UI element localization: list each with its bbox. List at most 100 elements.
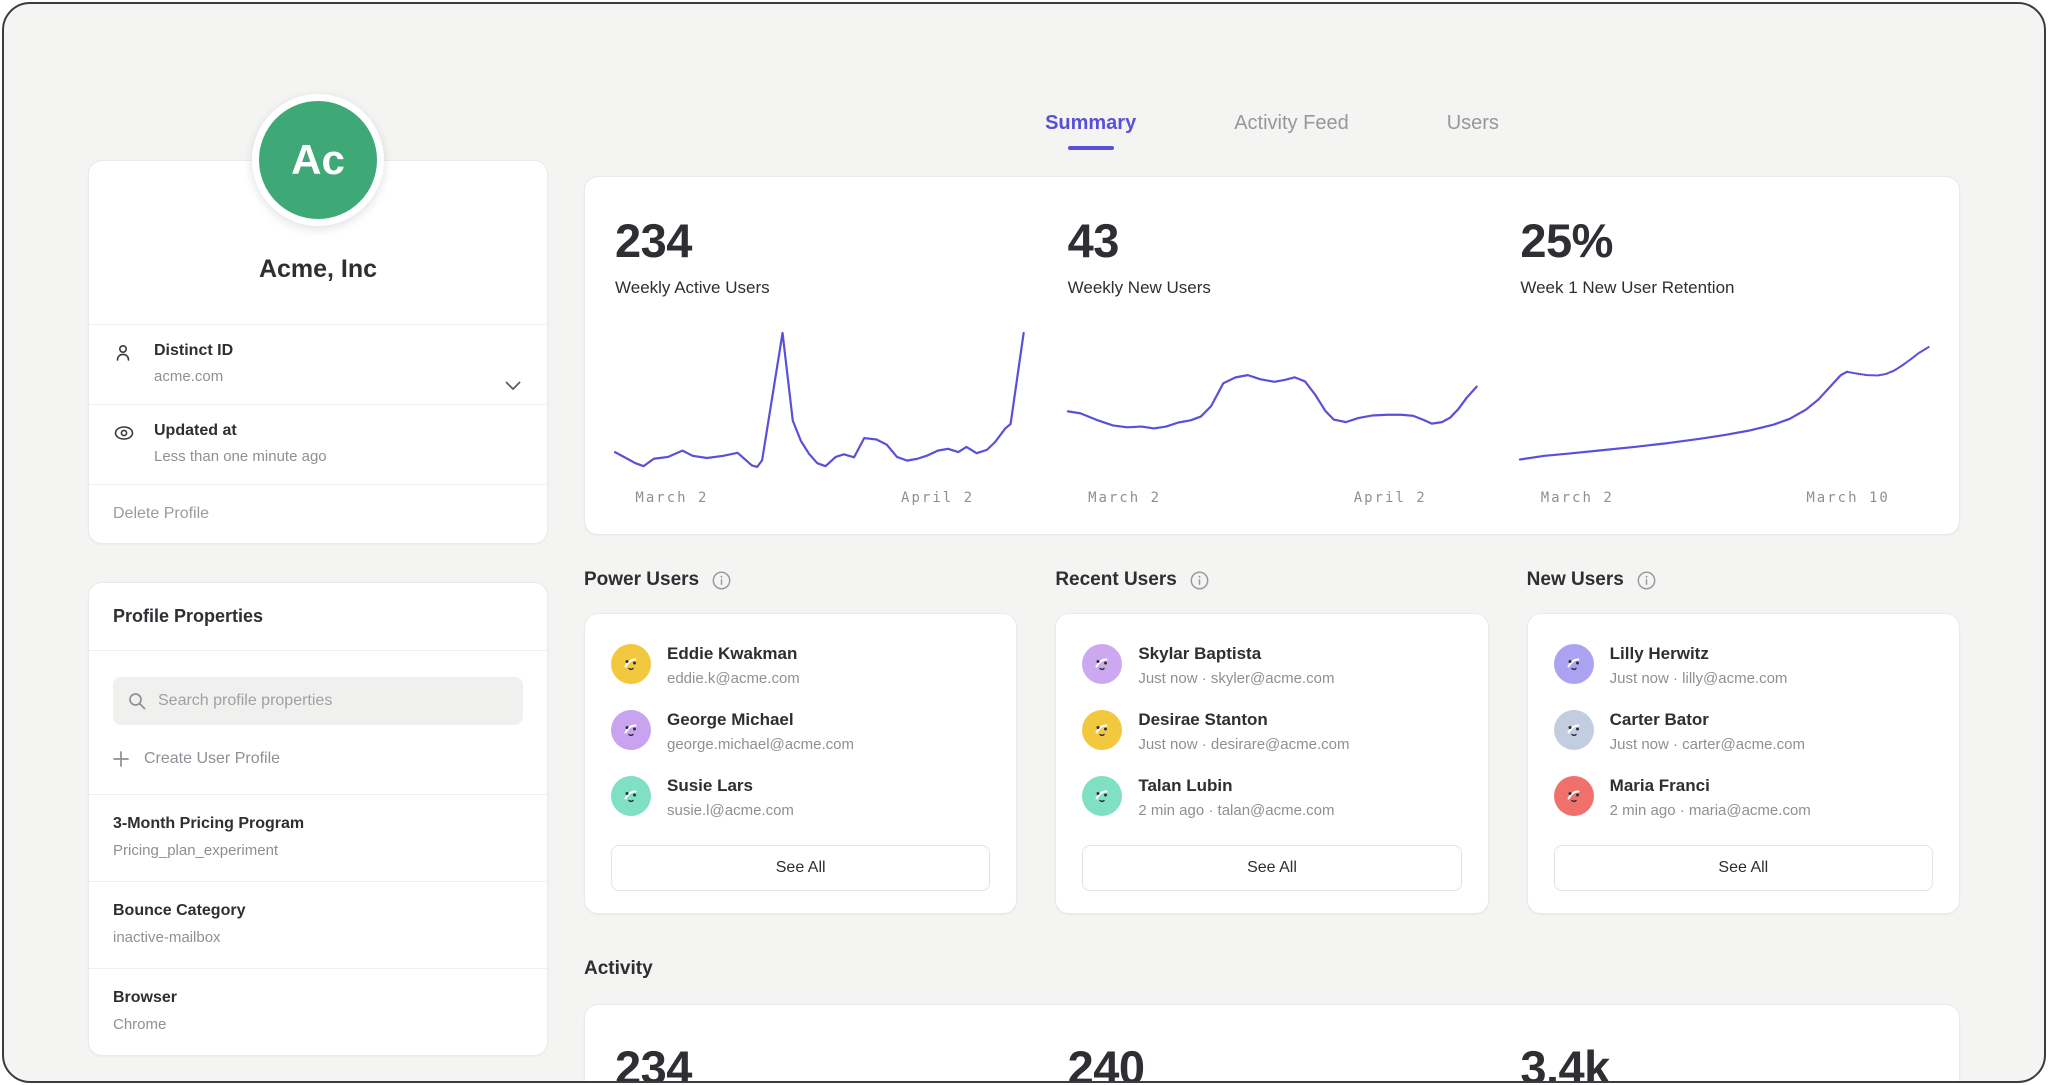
user-avatar	[1082, 776, 1122, 816]
user-avatar	[1554, 776, 1594, 816]
power-users-heading: Power Users	[584, 569, 1017, 591]
user-name: Skylar Baptista	[1138, 644, 1334, 664]
power-users-title: Power Users	[584, 569, 699, 591]
user-list-item[interactable]: Talan Lubin 2 min ago · talan@acme.com	[1082, 776, 1461, 819]
activity-stat: 234	[615, 1040, 1024, 1083]
user-list-item[interactable]: Lilly HerwitzJust now · lilly@acme.com	[1554, 644, 1933, 687]
create-user-profile-button[interactable]: Create User Profile	[113, 750, 523, 768]
avatar-face-icon	[1090, 652, 1114, 676]
x-tick-label: April 2	[901, 490, 974, 506]
avatar-face-icon	[619, 718, 643, 742]
stat-weekly-new-users: 43 Weekly New Users March 2 April 2	[1068, 213, 1477, 510]
user-list-item[interactable]: Susie Larssusie.l@acme.com	[611, 776, 990, 819]
distinct-id-value: acme.com	[154, 368, 233, 385]
updated-at-row: Updated at Less than one minute ago	[89, 404, 547, 484]
user-list-item[interactable]: Skylar Baptista Just now · skyler@acme.co…	[1082, 644, 1461, 687]
x-tick-label: March 10	[1806, 490, 1889, 506]
summary-stats-card: 234 Weekly Active Users March 2 April 2 …	[584, 176, 1960, 535]
user-avatar	[1082, 644, 1122, 684]
create-user-profile-label: Create User Profile	[144, 750, 280, 768]
info-icon[interactable]	[712, 571, 731, 590]
chevron-down-icon[interactable]	[505, 381, 521, 391]
user-subtitle: Just now · desirare@acme.com	[1138, 736, 1349, 753]
stat-label: Weekly Active Users	[615, 278, 1024, 298]
avatar: Ac	[252, 94, 384, 226]
activity-stat: 3.4k	[1520, 1040, 1929, 1083]
user-subtitle: george.michael@acme.com	[667, 736, 854, 753]
property-row: Bounce Category inactive-mailbox	[89, 881, 547, 968]
x-tick-label: April 2	[1354, 490, 1427, 506]
distinct-id-label: Distinct ID	[154, 342, 233, 360]
tab-summary[interactable]: Summary	[1045, 112, 1136, 150]
profile-properties-title: Profile Properties	[89, 583, 547, 650]
user-list-item[interactable]: Desirae Stanton Just now · desirare@acme.…	[1082, 710, 1461, 753]
x-axis: March 2 April 2	[1068, 490, 1477, 510]
property-name: 3-Month Pricing Program	[113, 815, 523, 833]
user-name: Maria Franci	[1610, 776, 1811, 796]
stat-label: Week 1 New User Retention	[1520, 278, 1929, 298]
profile-sidebar: Ac Acme, Inc Distinct ID acme.com	[88, 4, 548, 1083]
user-subtitle: Just now · carter@acme.com	[1610, 736, 1805, 753]
user-list-item[interactable]: Maria Franci 2 min ago · maria@acme.com	[1554, 776, 1933, 819]
user-avatar	[611, 776, 651, 816]
user-avatar	[1554, 644, 1594, 684]
app-window: Ac Acme, Inc Distinct ID acme.com	[2, 2, 2046, 1083]
power-users-card: Eddie Kwakman eddie.k@acme.com George Mich…	[584, 613, 1017, 914]
user-subtitle: Just now · skyler@acme.com	[1138, 670, 1334, 687]
stat-value: 25%	[1520, 213, 1929, 268]
new-users-card: Lilly HerwitzJust now · lilly@acme.com Ca…	[1527, 613, 1960, 914]
user-subtitle: eddie.k@acme.com	[667, 670, 800, 687]
property-row: Browser Chrome	[89, 968, 547, 1055]
user-subtitle: 2 min ago · talan@acme.com	[1138, 802, 1334, 819]
info-icon[interactable]	[1637, 571, 1656, 590]
property-value: Chrome	[113, 1016, 523, 1033]
user-name: Desirae Stanton	[1138, 710, 1349, 730]
x-axis: March 2 April 2	[615, 490, 1024, 510]
avatar-face-icon	[1562, 784, 1586, 808]
person-icon	[113, 342, 137, 385]
week1-retention-chart	[1520, 330, 1929, 478]
user-name: George Michael	[667, 710, 854, 730]
user-list-item[interactable]: Eddie Kwakman eddie.k@acme.com	[611, 644, 990, 687]
x-tick-label: March 2	[1088, 490, 1161, 506]
x-axis: March 2 March 10	[1520, 490, 1929, 510]
delete-profile-button[interactable]: Delete Profile	[89, 484, 547, 543]
tab-bar: Summary Activity Feed Users	[584, 112, 1960, 150]
user-list-item[interactable]: George Michael george.michael@acme.com	[611, 710, 990, 753]
eye-icon	[113, 422, 137, 465]
user-name: Lilly Herwitz	[1610, 644, 1788, 664]
updated-at-label: Updated at	[154, 422, 327, 440]
stat-label: Weekly New Users	[1068, 278, 1477, 298]
stat-value: 43	[1068, 213, 1477, 268]
see-all-button[interactable]: See All	[1554, 845, 1933, 891]
property-value: inactive-mailbox	[113, 929, 523, 946]
user-subtitle: 2 min ago · maria@acme.com	[1610, 802, 1811, 819]
profile-properties-card: Profile Properties Create User Profile	[88, 582, 548, 1056]
activity-stat: 240	[1068, 1040, 1477, 1083]
user-name: Carter Bator	[1610, 710, 1805, 730]
stat-weekly-active-users: 234 Weekly Active Users March 2 April 2	[615, 213, 1024, 510]
avatar-face-icon	[1562, 718, 1586, 742]
main-content: Summary Activity Feed Users 234 Weekly A…	[584, 4, 1960, 1083]
user-avatar	[1554, 710, 1594, 750]
avatar-face-icon	[1090, 718, 1114, 742]
user-name: Eddie Kwakman	[667, 644, 800, 664]
search-box	[113, 677, 523, 725]
plus-icon	[113, 751, 129, 767]
stat-value: 234	[615, 213, 1024, 268]
search-input[interactable]	[158, 692, 508, 710]
recent-users-heading: Recent Users	[1055, 569, 1488, 591]
x-tick-label: March 2	[1541, 490, 1614, 506]
tab-users[interactable]: Users	[1447, 112, 1499, 150]
see-all-button[interactable]: See All	[611, 845, 990, 891]
recent-users-card: Skylar Baptista Just now · skyler@acme.co…	[1055, 613, 1488, 914]
avatar-face-icon	[1090, 784, 1114, 808]
tab-activity-feed[interactable]: Activity Feed	[1234, 112, 1348, 150]
stat-week1-retention: 25% Week 1 New User Retention March 2 Ma…	[1520, 213, 1929, 510]
user-name: Talan Lubin	[1138, 776, 1334, 796]
info-icon[interactable]	[1190, 571, 1209, 590]
see-all-button[interactable]: See All	[1082, 845, 1461, 891]
new-users-title: New Users	[1527, 569, 1624, 591]
user-list-item[interactable]: Carter Bator Just now · carter@acme.com	[1554, 710, 1933, 753]
avatar-face-icon	[619, 652, 643, 676]
